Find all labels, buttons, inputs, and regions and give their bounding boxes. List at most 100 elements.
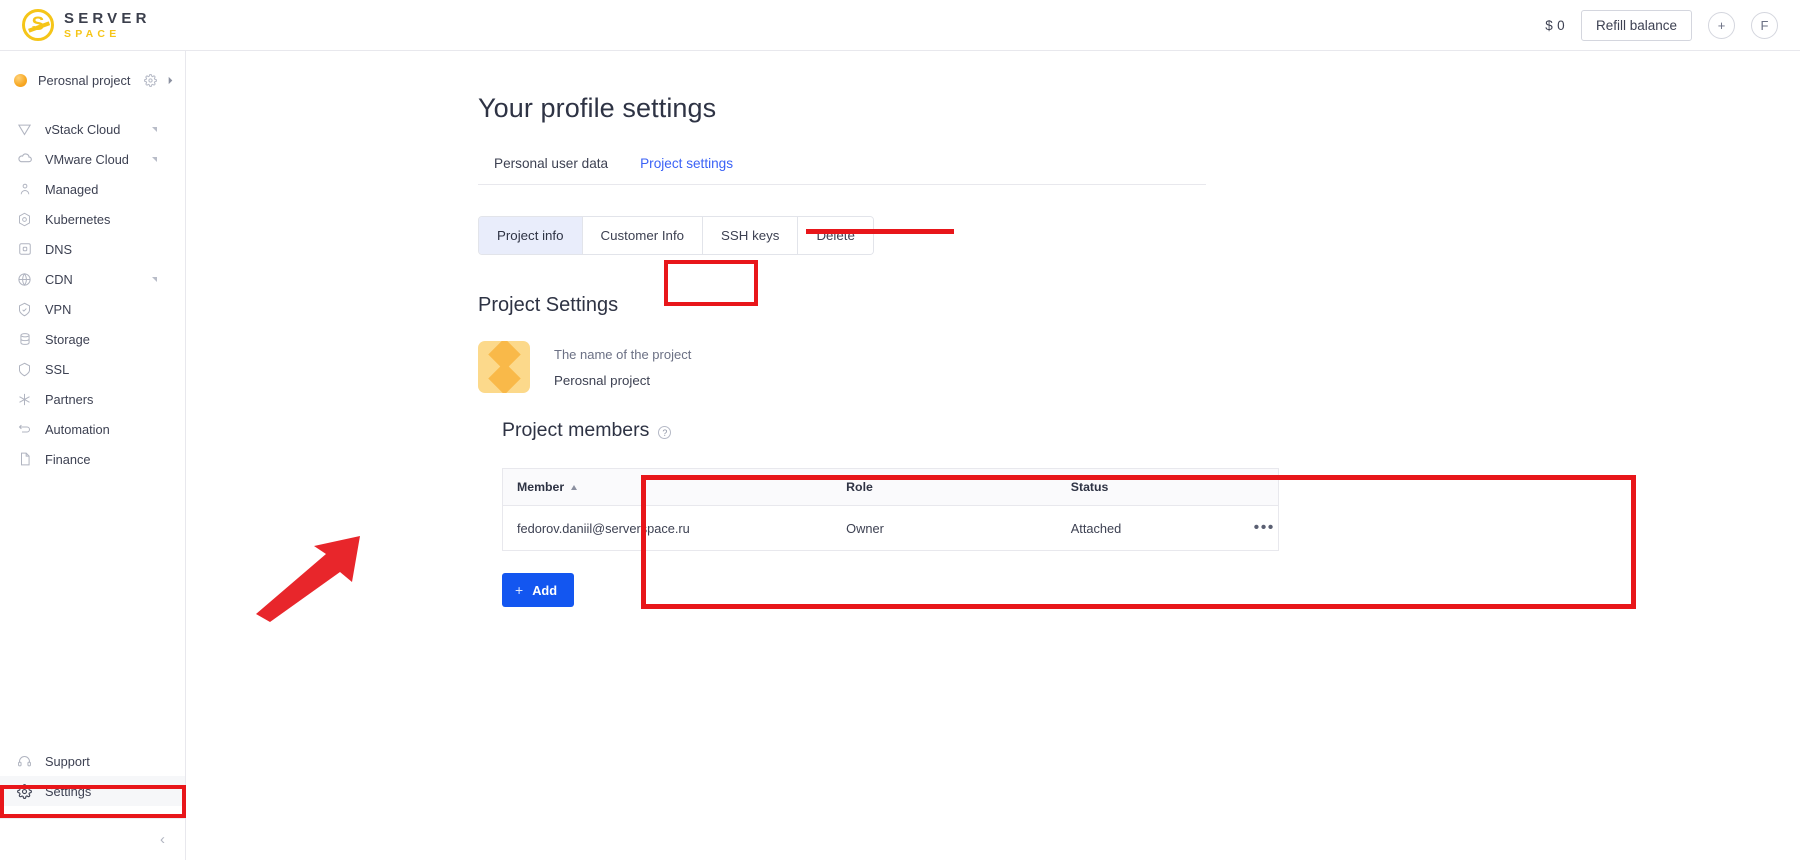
sidebar-item-storage[interactable]: Storage [0,324,185,354]
shield-icon [16,361,33,378]
gear-icon [16,783,33,800]
sidebar-item-automation[interactable]: Automation [0,414,185,444]
automation-icon [16,421,33,438]
sidebar-item-vpn[interactable]: VPN [0,294,185,324]
column-header-role[interactable]: Role [832,468,1057,506]
sidebar-item-label: Managed [45,181,99,197]
project-settings-heading: Project Settings [478,294,619,316]
sort-ascending-icon[interactable] [571,485,578,490]
row-actions-menu-icon[interactable]: ••• [1251,519,1279,537]
chevron-right-icon[interactable] [166,76,175,85]
cell-member-role: Owner [846,520,884,536]
table-row[interactable]: fedorov.daniil@serverspace.ru Owner Atta… [503,506,1279,551]
project-members-table: Member Role Status fedorov.daniil@server… [502,468,1279,551]
sidebar-nav: vStack Cloud VMware Cloud Managed Kubern… [0,114,185,474]
refill-balance-button[interactable]: Refill balance [1580,9,1692,41]
sidebar: Perosnal project vStack Cloud VMware Clo… [0,51,186,860]
top-bar: S SERVER SPACE $ 0 Refill balance + F [0,0,1800,51]
project-name-value[interactable]: Perosnal project [554,373,691,388]
sidebar-item-label: Storage [45,331,90,347]
gear-icon[interactable] [144,73,157,87]
column-header-member-label: Member [517,480,565,494]
sidebar-collapse-row: ‹ [0,818,185,860]
sidebar-item-label: DNS [45,241,73,257]
sidebar-item-label: vStack Cloud [45,121,121,137]
sidebar-item-label: Finance [45,451,91,467]
sidebar-item-vstack-cloud[interactable]: vStack Cloud [0,114,185,144]
brand-logo[interactable]: S SERVER SPACE [22,9,151,41]
column-header-actions [1236,468,1279,506]
project-members-title: Project members [502,419,650,441]
sidebar-item-label: SSL [45,361,70,377]
table-body: fedorov.daniil@serverspace.ru Owner Atta… [503,506,1279,551]
account-balance: $ 0 [1545,17,1565,33]
sidebar-item-label: VMware Cloud [45,151,129,167]
tab-delete[interactable]: Delete [798,217,873,254]
sidebar-item-partners[interactable]: Partners [0,384,185,414]
sidebar-item-label: Automation [45,421,110,437]
add-member-label: Add [532,582,558,598]
column-header-status[interactable]: Status [1056,468,1237,506]
sidebar-item-label: CDN [45,271,73,287]
add-member-button[interactable]: + Add [502,573,575,607]
chevron-left-icon[interactable]: ‹ [160,831,165,848]
sidebar-item-label: Kubernetes [45,211,111,227]
sidebar-bottom-nav: Support Settings [0,746,185,806]
question-mark-icon[interactable]: ? [658,426,672,439]
avatar-diamond-bottom [487,362,521,393]
globe-icon [16,271,33,288]
sidebar-item-dns[interactable]: DNS [0,234,185,264]
person-icon [16,181,33,198]
logo-line-server: SERVER [64,9,151,27]
sidebar-item-support[interactable]: Support [0,746,185,776]
add-resource-button[interactable]: + [1708,11,1735,39]
sidebar-item-cdn[interactable]: CDN [0,264,185,294]
expand-caret-icon[interactable] [152,156,157,162]
serverspace-logo-icon: S [22,9,54,41]
cell-member-email: fedorov.daniil@serverspace.ru [517,520,690,536]
kubernetes-icon [16,211,33,228]
tab-project-settings[interactable]: Project settings [624,150,749,184]
project-name-label: The name of the project [554,346,692,362]
sidebar-item-kubernetes[interactable]: Kubernetes [0,204,185,234]
sidebar-item-finance[interactable]: Finance [0,444,185,474]
project-info-row: The name of the project Perosnal project [478,341,691,393]
tab-customer-info[interactable]: Customer Info [582,217,704,254]
sidebar-item-vmware-cloud[interactable]: VMware Cloud [0,144,185,174]
user-avatar[interactable]: F [1751,11,1778,39]
database-icon [16,331,33,348]
partners-icon [16,391,33,408]
sidebar-project-name: Perosnal project [38,72,131,88]
page-title: Your profile settings [478,93,717,123]
sidebar-item-label: Partners [45,391,94,407]
plus-icon: + [515,582,524,598]
tab-personal-user-data[interactable]: Personal user data [478,150,624,184]
sidebar-item-label: VPN [45,301,72,317]
tab-ssh-keys[interactable]: SSH keys [703,217,799,254]
dns-icon [16,241,33,258]
secondary-tabs: Project info Customer Info SSH keys Dele… [478,216,874,255]
logo-wordmark: SERVER SPACE [64,11,151,40]
project-members-card: Project members ? Member Role Status fed… [478,403,1303,629]
table-header: Member Role Status [502,468,1279,506]
tab-project-info[interactable]: Project info [479,217,583,254]
column-header-member[interactable]: Member [502,468,833,506]
document-icon [16,451,33,468]
cell-row-actions: ••• [1237,506,1279,551]
headset-icon [16,753,33,770]
sidebar-item-ssl[interactable]: SSL [0,354,185,384]
cloud-icon [16,151,33,168]
project-name-field: The name of the project Perosnal project [554,347,691,388]
expand-caret-icon[interactable] [152,126,157,132]
cell-member-status: Attached [1070,520,1122,536]
expand-caret-icon[interactable] [152,276,157,282]
vpn-shield-icon [16,301,33,318]
project-color-dot [14,73,27,87]
sidebar-item-managed[interactable]: Managed [0,174,185,204]
sidebar-project-selector[interactable]: Perosnal project [0,60,185,100]
logo-line-space: SPACE [64,27,121,40]
project-members-header: Project members ? [478,403,1303,442]
sidebar-item-settings[interactable]: Settings [0,776,185,806]
top-bar-actions: $ 0 Refill balance + F [1545,9,1778,41]
vstack-icon [16,121,33,138]
